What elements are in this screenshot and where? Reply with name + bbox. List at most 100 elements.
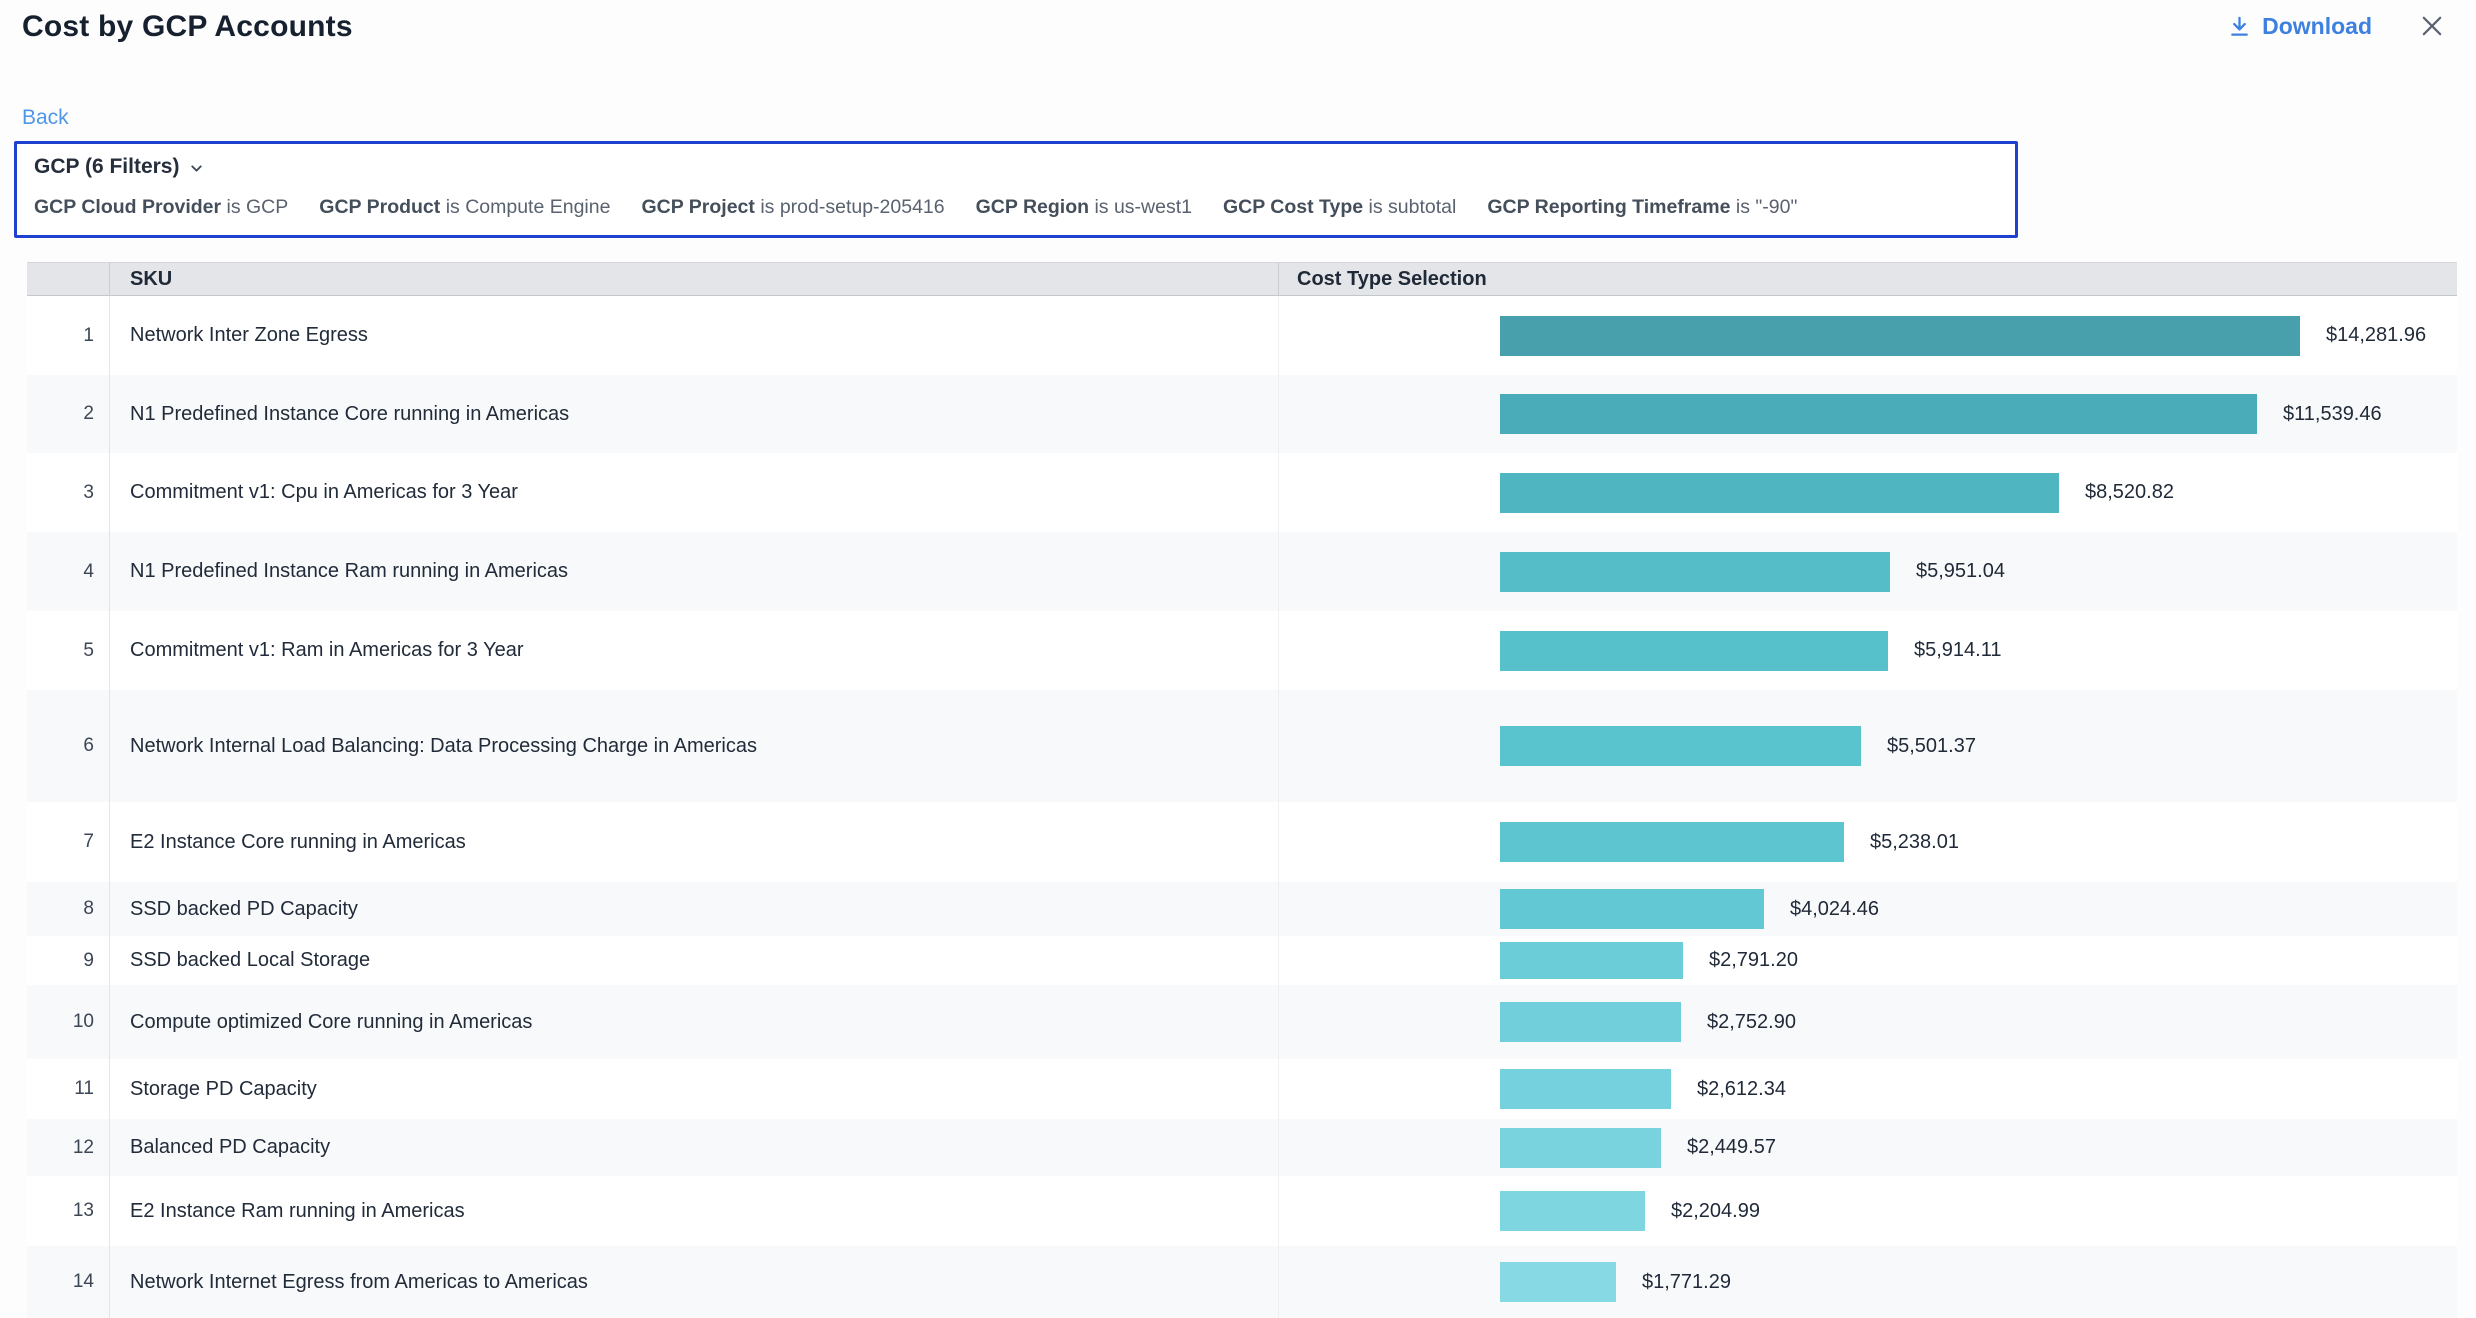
cost-bar (1500, 394, 2257, 434)
cost-value-label: $1,771.29 (1642, 1271, 1731, 1294)
cost-bar (1500, 631, 1888, 671)
table-row: 12Balanced PD Capacity$2,449.57 (27, 1119, 2457, 1176)
filter-name: GCP Region (976, 196, 1089, 218)
filter-chip: GCP Project is prod-setup-205416 (641, 196, 944, 219)
cost-bar (1500, 1128, 1661, 1168)
sku-cell: Network Inter Zone Egress (110, 296, 1279, 375)
sku-cell: Compute optimized Core running in Americ… (110, 985, 1279, 1059)
cost-value-label: $5,238.01 (1870, 831, 1959, 854)
table-row: 6Network Internal Load Balancing: Data P… (27, 690, 2457, 802)
row-index: 4 (27, 532, 110, 611)
table-row: 4N1 Predefined Instance Ram running in A… (27, 532, 2457, 611)
filter-name: GCP Reporting Timeframe (1487, 196, 1730, 218)
row-index: 10 (27, 985, 110, 1059)
cost-table: SKU Cost Type Selection 1Network Inter Z… (27, 262, 2457, 1318)
table-row: 10Compute optimized Core running in Amer… (27, 985, 2457, 1059)
table-row: 9SSD backed Local Storage$2,791.20 (27, 936, 2457, 985)
cost-value-label: $2,612.34 (1697, 1078, 1786, 1101)
sku-cell: E2 Instance Ram running in Americas (110, 1176, 1279, 1246)
sku-cell: Commitment v1: Cpu in Americas for 3 Yea… (110, 453, 1279, 532)
cost-bar-cell: $2,612.34 (1279, 1059, 2457, 1119)
cost-value-label: $11,539.46 (2283, 403, 2382, 426)
cost-value-label: $5,951.04 (1916, 560, 2005, 583)
cost-bar (1500, 1002, 1681, 1042)
table-body: 1Network Inter Zone Egress$14,281.962N1 … (27, 296, 2457, 1318)
cost-bar-cell: $5,238.01 (1279, 802, 2457, 882)
filter-chip: GCP Product is Compute Engine (319, 196, 610, 219)
row-index: 7 (27, 802, 110, 882)
sku-cell: N1 Predefined Instance Ram running in Am… (110, 532, 1279, 611)
row-index: 12 (27, 1119, 110, 1176)
close-button[interactable] (2418, 12, 2446, 40)
download-button[interactable]: Download (2228, 13, 2372, 40)
table-row: 8SSD backed PD Capacity $4,024.46 (27, 882, 2457, 936)
table-row: 11Storage PD Capacity $2,612.34 (27, 1059, 2457, 1119)
cost-bar-cell: $11,539.46 (1279, 375, 2457, 453)
cost-bar-cell: $4,024.46 (1279, 882, 2457, 936)
filter-chip-list: GCP Cloud Provider is GCP GCP Product is … (34, 196, 2001, 219)
filter-group-dropdown[interactable]: GCP (6 Filters) (34, 155, 205, 179)
cost-bar-cell: $2,752.90 (1279, 985, 2457, 1059)
sku-column-header: SKU (110, 263, 1279, 295)
filter-chip: GCP Reporting Timeframe is "-90" (1487, 196, 1797, 219)
cost-value-label: $2,449.57 (1687, 1136, 1776, 1159)
cost-bar (1500, 316, 2300, 356)
cost-bar-cell: $5,501.37 (1279, 690, 2457, 802)
row-index: 6 (27, 690, 110, 802)
cost-type-selection-column-header: Cost Type Selection (1279, 263, 2457, 295)
row-index: 3 (27, 453, 110, 532)
cost-bar-cell: $2,791.20 (1279, 936, 2457, 985)
row-index: 5 (27, 611, 110, 690)
cost-value-label: $4,024.46 (1790, 898, 1879, 921)
cost-bar-cell: $2,449.57 (1279, 1119, 2457, 1176)
table-row: 3Commitment v1: Cpu in Americas for 3 Ye… (27, 453, 2457, 532)
table-row: 13E2 Instance Ram running in Americas $2,… (27, 1176, 2457, 1246)
cost-bar-cell: $14,281.96 (1279, 296, 2457, 375)
table-row: 2N1 Predefined Instance Core running in … (27, 375, 2457, 453)
row-index: 11 (27, 1059, 110, 1119)
table-row: 14Network Internet Egress from Americas … (27, 1246, 2457, 1318)
sku-cell: Commitment v1: Ram in Americas for 3 Yea… (110, 611, 1279, 690)
cost-bar-cell: $5,914.11 (1279, 611, 2457, 690)
filter-condition: is subtotal (1363, 196, 1456, 218)
filter-condition: is prod-setup-205416 (755, 196, 945, 218)
top-bar: Cost by GCP Accounts Download (0, 0, 2476, 60)
cost-value-label: $2,752.90 (1707, 1011, 1796, 1034)
cost-bar (1500, 726, 1861, 766)
cost-bar (1500, 473, 2059, 513)
cost-bar (1500, 1262, 1616, 1302)
table-row: 7E2 Instance Core running in Americas$5,… (27, 802, 2457, 882)
sku-cell: Storage PD Capacity (110, 1059, 1279, 1119)
filter-name: GCP Cloud Provider (34, 196, 221, 218)
filter-condition: is GCP (221, 196, 288, 218)
sku-cell: SSD backed PD Capacity (110, 882, 1279, 936)
close-icon (2418, 12, 2446, 40)
page-title: Cost by GCP Accounts (22, 10, 353, 44)
cost-bar-cell: $1,771.29 (1279, 1246, 2457, 1318)
download-icon (2228, 15, 2251, 38)
download-label: Download (2262, 13, 2372, 40)
back-link[interactable]: Back (22, 106, 69, 130)
filter-condition: is "-90" (1730, 196, 1797, 218)
cost-bar-cell: $5,951.04 (1279, 532, 2457, 611)
row-index: 8 (27, 882, 110, 936)
filter-condition: is us-west1 (1089, 196, 1192, 218)
table-row: 5Commitment v1: Ram in Americas for 3 Ye… (27, 611, 2457, 690)
filter-chip: GCP Region is us-west1 (976, 196, 1192, 219)
filter-chip: GCP Cost Type is subtotal (1223, 196, 1456, 219)
cost-bar (1500, 1069, 1671, 1109)
filter-name: GCP Product (319, 196, 440, 218)
row-index: 14 (27, 1246, 110, 1318)
chevron-down-icon (188, 160, 205, 177)
filter-chip: GCP Cloud Provider is GCP (34, 196, 288, 219)
cost-bar-cell: $8,520.82 (1279, 453, 2457, 532)
sku-cell: Network Internal Load Balancing: Data Pr… (110, 690, 1279, 802)
sku-cell: N1 Predefined Instance Core running in A… (110, 375, 1279, 453)
cost-value-label: $2,204.99 (1671, 1200, 1760, 1223)
row-index: 13 (27, 1176, 110, 1246)
top-actions: Download (2228, 12, 2446, 40)
filter-condition: is Compute Engine (440, 196, 610, 218)
table-row: 1Network Inter Zone Egress$14,281.96 (27, 296, 2457, 375)
filter-group-label: GCP (6 Filters) (34, 155, 179, 179)
cost-bar (1500, 1191, 1645, 1231)
